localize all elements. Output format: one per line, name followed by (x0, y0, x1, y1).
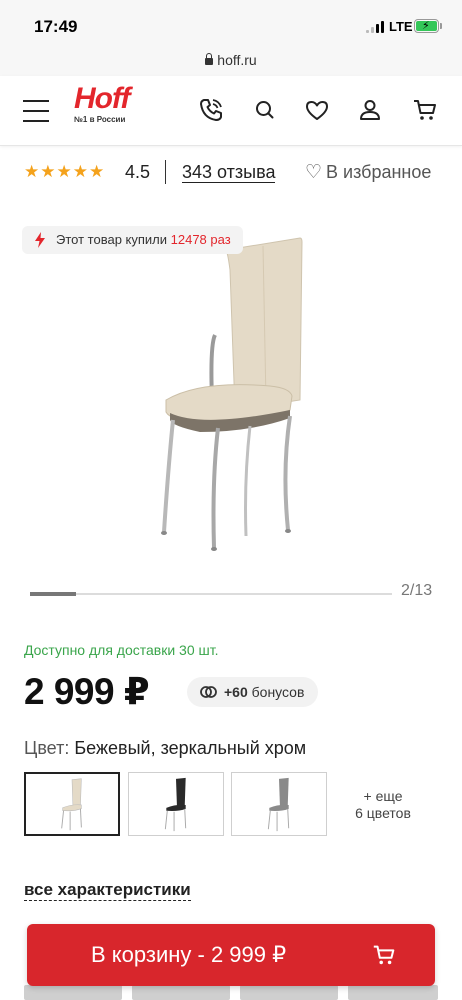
color-value: Бежевый, зеркальный хром (74, 738, 307, 758)
cart-icon[interactable] (411, 96, 439, 124)
color-swatch-grey[interactable] (231, 772, 327, 836)
gallery-progress-track (30, 593, 392, 595)
user-icon[interactable] (356, 96, 384, 124)
more-colors-button[interactable]: + еще 6 цветов (335, 788, 431, 822)
battery-icon: ⚡ (414, 19, 439, 33)
bonus-label: бонусов (251, 684, 305, 700)
network-label: LTE (389, 19, 413, 34)
add-to-cart-label: В корзину - 2 999 ₽ (91, 942, 287, 967)
color-selection: Цвет: Бежевый, зеркальный хром (24, 738, 306, 759)
site-header: Hoff №1 в России (0, 76, 462, 146)
purchase-count-badge: Этот товар купили 12478 раз (22, 226, 243, 254)
more-colors-line2: 6 цветов (355, 805, 411, 821)
gallery-counter: 2/13 (401, 582, 433, 599)
availability-text: Доступно для доставки 30 шт. (24, 642, 219, 658)
lightning-icon (35, 232, 45, 248)
logo-tagline: №1 в России (74, 115, 126, 124)
menu-icon[interactable] (23, 100, 49, 122)
badge-text: Этот товар купили (56, 232, 168, 247)
url-text: hoff.ru (205, 52, 257, 68)
signal-icon (366, 21, 385, 33)
color-label: Цвет: (24, 738, 70, 758)
gallery-progress-thumb[interactable] (30, 592, 76, 596)
bonus-badge[interactable]: +60 бонусов (187, 677, 319, 707)
bonus-coins-icon (200, 686, 217, 698)
cart-icon (373, 945, 395, 965)
add-to-cart-button[interactable]: В корзину - 2 999 ₽ (27, 924, 435, 986)
product-price: 2 999 ₽ (24, 671, 150, 712)
logo-text: Hoff (74, 82, 130, 115)
add-to-favorites-button[interactable]: ♡ В избранное (305, 161, 431, 184)
product-image[interactable] (140, 230, 320, 560)
more-colors-line1: + еще (363, 788, 403, 804)
chair-thumbnail (164, 777, 187, 832)
rating-value: 4.5 (125, 162, 151, 182)
favorites-label: В избранное (326, 162, 432, 182)
badge-count: 12478 раз (170, 232, 231, 247)
battery-cap (440, 23, 442, 29)
color-swatch-black[interactable] (128, 772, 224, 836)
reviews-link[interactable]: 343 отзыва (182, 162, 276, 183)
search-icon[interactable] (251, 96, 279, 124)
chair-thumbnail (267, 777, 290, 832)
partial-content-row (0, 985, 462, 1000)
heart-icon[interactable] (303, 96, 331, 124)
bonus-amount: +60 (224, 684, 248, 700)
phone-icon[interactable] (197, 96, 225, 124)
chair-thumbnail (61, 778, 82, 831)
hoff-logo[interactable]: Hoff №1 в России (74, 82, 130, 125)
rating-row: ★★★★★ 4.5 343 отзыва ♡ В избранное (24, 158, 444, 190)
address-bar[interactable]: hoff.ru (0, 48, 462, 76)
status-bar: 17:49 LTE ⚡ (0, 0, 462, 48)
color-swatch-beige[interactable] (24, 772, 120, 836)
all-specs-link[interactable]: все характеристики (24, 880, 191, 901)
rating-stars: ★★★★★ (24, 162, 106, 181)
lock-icon (205, 53, 214, 65)
heart-outline-icon: ♡ (305, 162, 323, 183)
divider (165, 160, 166, 184)
status-time: 17:49 (34, 17, 78, 36)
